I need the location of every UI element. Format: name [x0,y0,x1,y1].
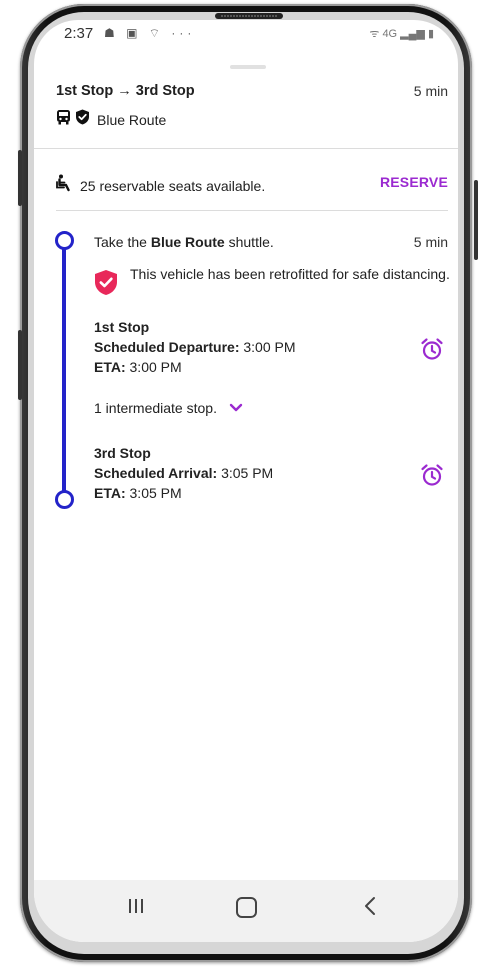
volume-down-button [18,330,22,400]
route-timeline-line [62,244,66,494]
step-duration: 5 min [413,234,448,250]
seats-available-text: 25 reservable seats available. [80,177,266,194]
scheduled-time: 3:05 PM [221,465,274,481]
step-prefix: Take the [94,234,151,250]
intermediate-stops-row[interactable]: 1 intermediate stop. [94,400,243,416]
volume-up-button [18,150,22,206]
reserve-button[interactable]: RESERVE [380,174,448,190]
system-nav-bar [34,880,458,942]
bus-icon [56,109,71,130]
notification-icons: ☗ ▣ ⌔ ··· [104,26,196,40]
route-row: Blue Route [56,109,166,130]
back-icon[interactable] [364,896,376,921]
recents-icon[interactable] [128,898,144,919]
trip-duration: 5 min [413,83,448,99]
signal-battery-icons: ᯤ 4G ▂▄▆ ▮ [369,28,434,40]
alarm-clock-icon[interactable] [420,337,444,366]
origin-node-icon [55,231,74,250]
step-instruction: Take the Blue Route shuttle. [94,234,274,250]
destination-stop-name: 3rd Stop [94,445,151,461]
destination-node-icon [55,490,74,509]
divider [34,148,458,149]
intermediate-stops-text: 1 intermediate stop. [94,400,217,416]
scheduled-label: Scheduled Departure: [94,339,240,355]
scheduled-time: 3:00 PM [243,339,296,355]
destination-eta: ETA: 3:05 PM [94,483,273,503]
origin-eta: ETA: 3:00 PM [94,357,296,377]
origin-scheduled: Scheduled Departure: 3:00 PM [94,337,296,357]
status-bar: 2:37 ☗ ▣ ⌔ ··· ᯤ 4G ▂▄▆ ▮ [34,20,458,52]
eta-time: 3:00 PM [129,359,182,375]
screen: 2:37 ☗ ▣ ⌔ ··· ᯤ 4G ▂▄▆ ▮ 1st Stop → 3rd… [34,20,458,942]
safety-notice: This vehicle has been retrofitted for sa… [130,266,450,282]
home-icon[interactable] [236,897,257,918]
trip-title: 1st Stop → 3rd Stop [56,83,195,99]
earpiece [215,13,283,19]
sheet-drag-handle[interactable] [230,65,266,69]
status-time: 2:37 [64,25,94,42]
chevron-down-icon[interactable] [229,400,243,416]
accessible-seat-icon [56,174,72,197]
verified-shield-icon [75,109,90,130]
safety-shield-icon [94,269,118,301]
power-button [474,180,478,260]
divider [56,210,448,211]
origin-stop-name: 1st Stop [94,319,150,335]
eta-label: ETA: [94,359,126,375]
eta-time: 3:05 PM [129,485,182,501]
step-suffix: shuttle. [224,234,274,250]
alarm-clock-icon[interactable] [420,463,444,492]
origin-stop: 1st Stop Scheduled Departure: 3:00 PM ET… [94,317,296,377]
scheduled-label: Scheduled Arrival: [94,465,218,481]
route-name: Blue Route [97,111,167,128]
destination-scheduled: Scheduled Arrival: 3:05 PM [94,463,273,483]
destination-stop: 3rd Stop Scheduled Arrival: 3:05 PM ETA:… [94,443,273,503]
eta-label: ETA: [94,485,126,501]
step-route-name: Blue Route [150,234,225,250]
seats-row: 25 reservable seats available. [56,174,265,197]
